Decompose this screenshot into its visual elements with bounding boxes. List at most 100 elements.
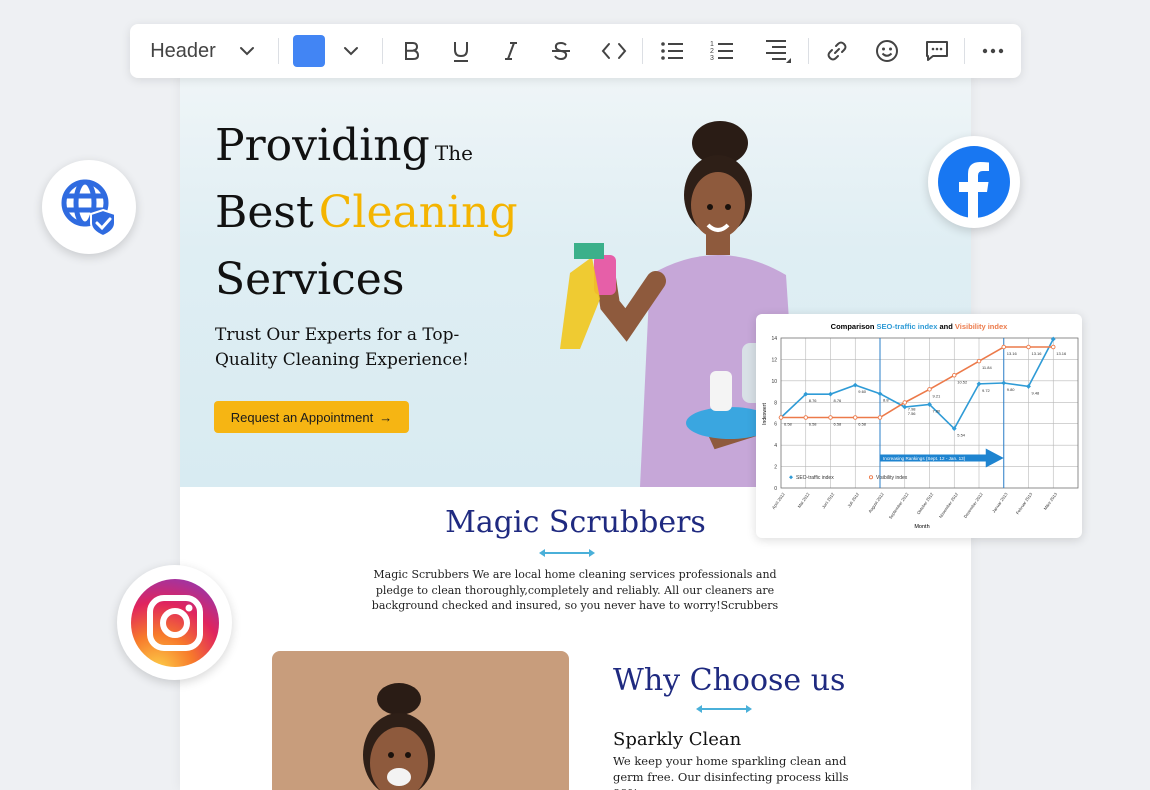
more-icon[interactable]	[978, 24, 1008, 78]
x-tick-label: Januar 2013	[991, 491, 1009, 513]
chart-title-prefix: Comparison	[831, 322, 875, 331]
chevron-down-icon[interactable]	[234, 24, 260, 78]
y-tick-label: 0	[774, 486, 777, 492]
hero-title-accent: Cleaning	[318, 187, 518, 238]
chart-title: Comparison SEO-traffic index and Visibil…	[831, 322, 1008, 331]
bulleted-list-icon[interactable]	[656, 24, 688, 78]
comment-icon[interactable]	[922, 24, 952, 78]
globe-shield-icon	[61, 179, 116, 237]
why-divider	[696, 705, 752, 713]
x-tick-label: Juni 2012	[821, 491, 836, 509]
editor-toolbar: Header 123	[130, 24, 1021, 78]
data-point	[927, 387, 932, 392]
y-tick-label: 12	[771, 357, 777, 363]
x-axis-label: Month	[914, 524, 929, 530]
data-point	[1001, 380, 1007, 386]
data-label: 13.16	[1007, 351, 1018, 356]
x-tick-label: Juli 2012	[846, 491, 860, 508]
data-point	[778, 415, 784, 420]
y-tick-label: 6	[774, 422, 777, 428]
svg-text:2: 2	[710, 48, 714, 55]
data-point	[852, 415, 858, 420]
series-line-2	[781, 346, 1054, 419]
request-appointment-button[interactable]: Request an Appointment →	[214, 401, 409, 433]
instagram-icon	[130, 578, 219, 667]
x-tick-label: November 2012	[938, 491, 960, 519]
data-label: 7.80	[933, 408, 942, 413]
hero-title-line1: Providing	[215, 120, 430, 171]
color-swatch	[293, 35, 325, 67]
data-point	[828, 391, 833, 397]
x-tick-label: Februar 2013	[1015, 491, 1034, 515]
data-label: 10.52	[957, 379, 968, 384]
italic-icon[interactable]	[496, 24, 526, 78]
y-tick-label: 4	[774, 443, 777, 449]
underline-icon[interactable]	[446, 24, 476, 78]
instagram-bubble[interactable]	[117, 565, 232, 680]
hero-subtitle: Trust Our Experts for a Top-Quality Clea…	[215, 325, 469, 370]
x-tick-label: September 2012	[888, 491, 910, 520]
x-tick-label: Mai 2012	[797, 491, 811, 509]
data-label: 6.58	[809, 422, 818, 427]
data-point	[877, 415, 883, 420]
data-label: 9.72	[982, 388, 991, 393]
facebook-bubble[interactable]	[928, 136, 1020, 228]
data-label: 11.84	[982, 365, 992, 370]
legend-label: Visibility index	[876, 475, 908, 481]
toolbar-separator	[642, 38, 643, 64]
data-label: 8.8	[883, 398, 889, 403]
request-appointment-label: Request an Appointment	[230, 409, 374, 425]
toolbar-separator	[964, 38, 965, 64]
y-axis-label: Indexwert	[762, 403, 768, 425]
strikethrough-icon[interactable]	[546, 24, 576, 78]
data-point	[852, 382, 858, 388]
x-tick-label: August 2012	[867, 491, 885, 514]
data-label: 9.60	[858, 389, 867, 394]
globe-shield-bubble[interactable]	[42, 160, 136, 254]
feature-text: We keep your home sparkling clean and ge…	[613, 754, 849, 790]
data-label: 13.16	[1032, 351, 1043, 356]
data-point	[1001, 344, 1006, 350]
legend-marker	[789, 475, 793, 480]
toolbar-separator	[382, 38, 383, 64]
hero-title-line3: Services	[215, 254, 405, 305]
color-chevron-down-icon[interactable]	[338, 24, 364, 78]
toolbar-separator	[808, 38, 809, 64]
team-photo	[272, 651, 569, 790]
link-icon[interactable]	[822, 24, 852, 78]
y-tick-label: 14	[771, 336, 777, 342]
toolbar-separator	[278, 38, 279, 64]
data-point	[951, 373, 957, 378]
data-label: 6.58	[858, 422, 867, 427]
data-point	[803, 415, 809, 420]
chart-title-series1: SEO-traffic index	[877, 322, 939, 331]
hero-title-line2: Best	[215, 187, 314, 238]
block-type-select[interactable]: Header	[144, 24, 222, 78]
feature-title: Sparkly Clean	[613, 729, 742, 750]
data-label: 6.58	[784, 422, 793, 427]
code-icon[interactable]	[598, 24, 630, 78]
data-label: 9.48	[1032, 390, 1041, 395]
text-color-button[interactable]	[292, 24, 326, 78]
data-label: 9.80	[1007, 387, 1016, 392]
x-tick-label: Dezember 2012	[963, 491, 985, 519]
facebook-icon	[938, 146, 1010, 219]
seo-comparison-chart: Comparison SEO-traffic index and Visibil…	[762, 322, 1079, 530]
data-label: 5.54	[957, 433, 966, 438]
legend-label: SEO-traffic index	[796, 475, 834, 481]
x-tick-label: Oktober 2012	[916, 491, 935, 515]
y-tick-label: 10	[771, 379, 777, 385]
data-label: 7.56	[908, 411, 917, 416]
x-tick-label: April 2012	[771, 491, 786, 510]
numbered-list-icon[interactable]: 123	[706, 24, 738, 78]
data-point	[1051, 344, 1056, 350]
arrow-right-icon: →	[379, 409, 393, 425]
emoji-icon[interactable]	[872, 24, 902, 78]
smiling-woman-image	[363, 683, 435, 790]
align-icon[interactable]	[760, 24, 796, 78]
svg-text:1: 1	[710, 41, 714, 48]
block-type-label: Header	[150, 39, 216, 62]
hero-title: Providing The Best Cleaning Services	[215, 117, 518, 318]
data-label: 8.76	[809, 398, 818, 403]
bold-icon[interactable]	[396, 24, 426, 78]
